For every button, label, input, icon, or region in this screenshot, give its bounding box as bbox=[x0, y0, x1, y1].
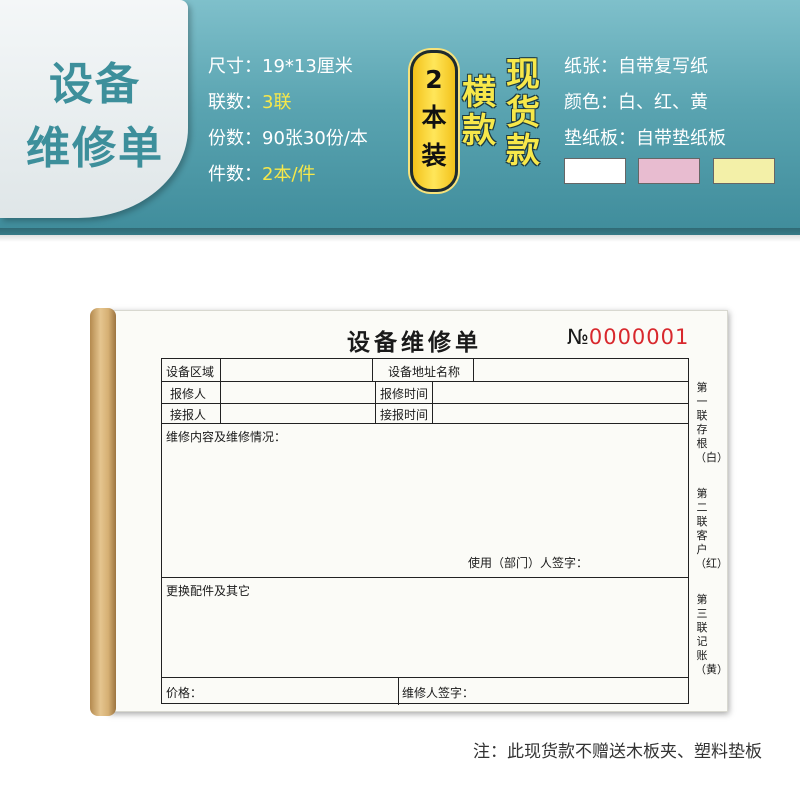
spec-label: 份数： bbox=[208, 128, 262, 149]
label-user-signature: 使用（部门）人签字： bbox=[468, 556, 589, 570]
spec-label: 垫纸板： bbox=[564, 128, 636, 149]
grid-line bbox=[162, 677, 688, 678]
label-address: 设备地址名称 bbox=[388, 365, 461, 379]
spec-value: 19*13厘米 bbox=[262, 56, 353, 77]
form-binding-spine bbox=[90, 308, 116, 716]
paper-spec-color: 颜色：白、红、黄 bbox=[564, 88, 708, 114]
spec-value: 3联 bbox=[262, 92, 292, 113]
label-repair-content: 维修内容及维修情况： bbox=[166, 430, 287, 444]
side-note-copy3: 第三联记账（黄） bbox=[695, 593, 728, 676]
title-card: 设备 维修单 bbox=[0, 0, 188, 218]
banner-title-line1: 设备 bbox=[49, 59, 141, 110]
form-title: 设备维修单 bbox=[347, 329, 482, 356]
vertical-text-horizontal: 横款 bbox=[462, 73, 496, 151]
spec-label: 纸张： bbox=[564, 56, 618, 77]
footer-note: 注：此现货款不赠送木板夹、塑料垫板 bbox=[473, 742, 762, 762]
paper-spec-board: 垫纸板：自带垫纸板 bbox=[564, 124, 726, 150]
spec-quantity: 件数：2本/件 bbox=[208, 160, 316, 186]
grid-line bbox=[162, 403, 688, 404]
grid-line bbox=[162, 577, 688, 578]
grid-line bbox=[372, 359, 373, 381]
spec-label: 联数： bbox=[208, 92, 262, 113]
grid-line bbox=[375, 381, 376, 423]
form-sheet: 设备维修单 №0000001 设备区域 设备地址名称 报修人 报修时间 接报人 … bbox=[108, 310, 728, 712]
spec-label: 件数： bbox=[208, 164, 262, 185]
label-repairer-signature: 维修人签字： bbox=[402, 686, 475, 700]
form-grid: 设备区域 设备地址名称 报修人 报修时间 接报人 接报时间 维修内容及维修情况：… bbox=[161, 358, 689, 705]
grid-line bbox=[162, 423, 688, 424]
spec-value: 自带复写纸 bbox=[618, 56, 708, 77]
label-area: 设备区域 bbox=[166, 365, 215, 379]
grid-line bbox=[220, 359, 221, 381]
serial-number: 0000001 bbox=[588, 325, 690, 349]
paper-spec-paper: 纸张：自带复写纸 bbox=[564, 52, 708, 78]
spec-value: 白、红、黄 bbox=[618, 92, 708, 113]
spec-copies: 联数：3联 bbox=[208, 88, 291, 114]
spec-value: 90张30份/本 bbox=[262, 128, 368, 149]
label-report-time: 报修时间 bbox=[380, 387, 429, 401]
pack-badge: 2本装 bbox=[410, 50, 458, 192]
side-note-copy2: 第二联客户（红） bbox=[695, 487, 728, 570]
banner-shadow bbox=[0, 228, 800, 242]
header-banner: 设备 维修单 尺寸：19*13厘米 联数：3联 份数：90张30份/本 件数：2… bbox=[0, 0, 800, 235]
grid-line bbox=[162, 381, 688, 382]
spec-value: 2本/件 bbox=[262, 164, 316, 185]
label-parts: 更换配件及其它 bbox=[166, 584, 251, 598]
spec-size: 尺寸：19*13厘米 bbox=[208, 52, 353, 78]
spec-value: 自带垫纸板 bbox=[636, 128, 726, 149]
grid-line bbox=[473, 359, 474, 381]
vertical-text-instock: 现货款 bbox=[506, 55, 540, 171]
label-price: 价格： bbox=[166, 686, 203, 700]
form-number: №0000001 bbox=[567, 325, 689, 349]
swatch-yellow bbox=[713, 158, 775, 184]
spec-label: 尺寸： bbox=[208, 56, 262, 77]
swatch-white bbox=[564, 158, 626, 184]
grid-line bbox=[220, 381, 221, 423]
label-receive-time: 接报时间 bbox=[380, 408, 429, 422]
label-receiver: 接报人 bbox=[170, 408, 207, 422]
swatch-pink bbox=[638, 158, 700, 184]
spec-label: 颜色： bbox=[564, 92, 618, 113]
spec-sheets: 份数：90张30份/本 bbox=[208, 124, 368, 150]
grid-line bbox=[432, 381, 433, 423]
banner-title-line2: 维修单 bbox=[26, 123, 164, 174]
side-note-copy1: 第一联存根（白） bbox=[695, 381, 728, 464]
pack-badge-text: 2本装 bbox=[421, 65, 447, 170]
form-illustration: 设备维修单 №0000001 设备区域 设备地址名称 报修人 报修时间 接报人 … bbox=[90, 308, 730, 718]
number-symbol: № bbox=[567, 325, 589, 349]
label-reporter: 报修人 bbox=[170, 387, 207, 401]
grid-line bbox=[398, 677, 399, 705]
